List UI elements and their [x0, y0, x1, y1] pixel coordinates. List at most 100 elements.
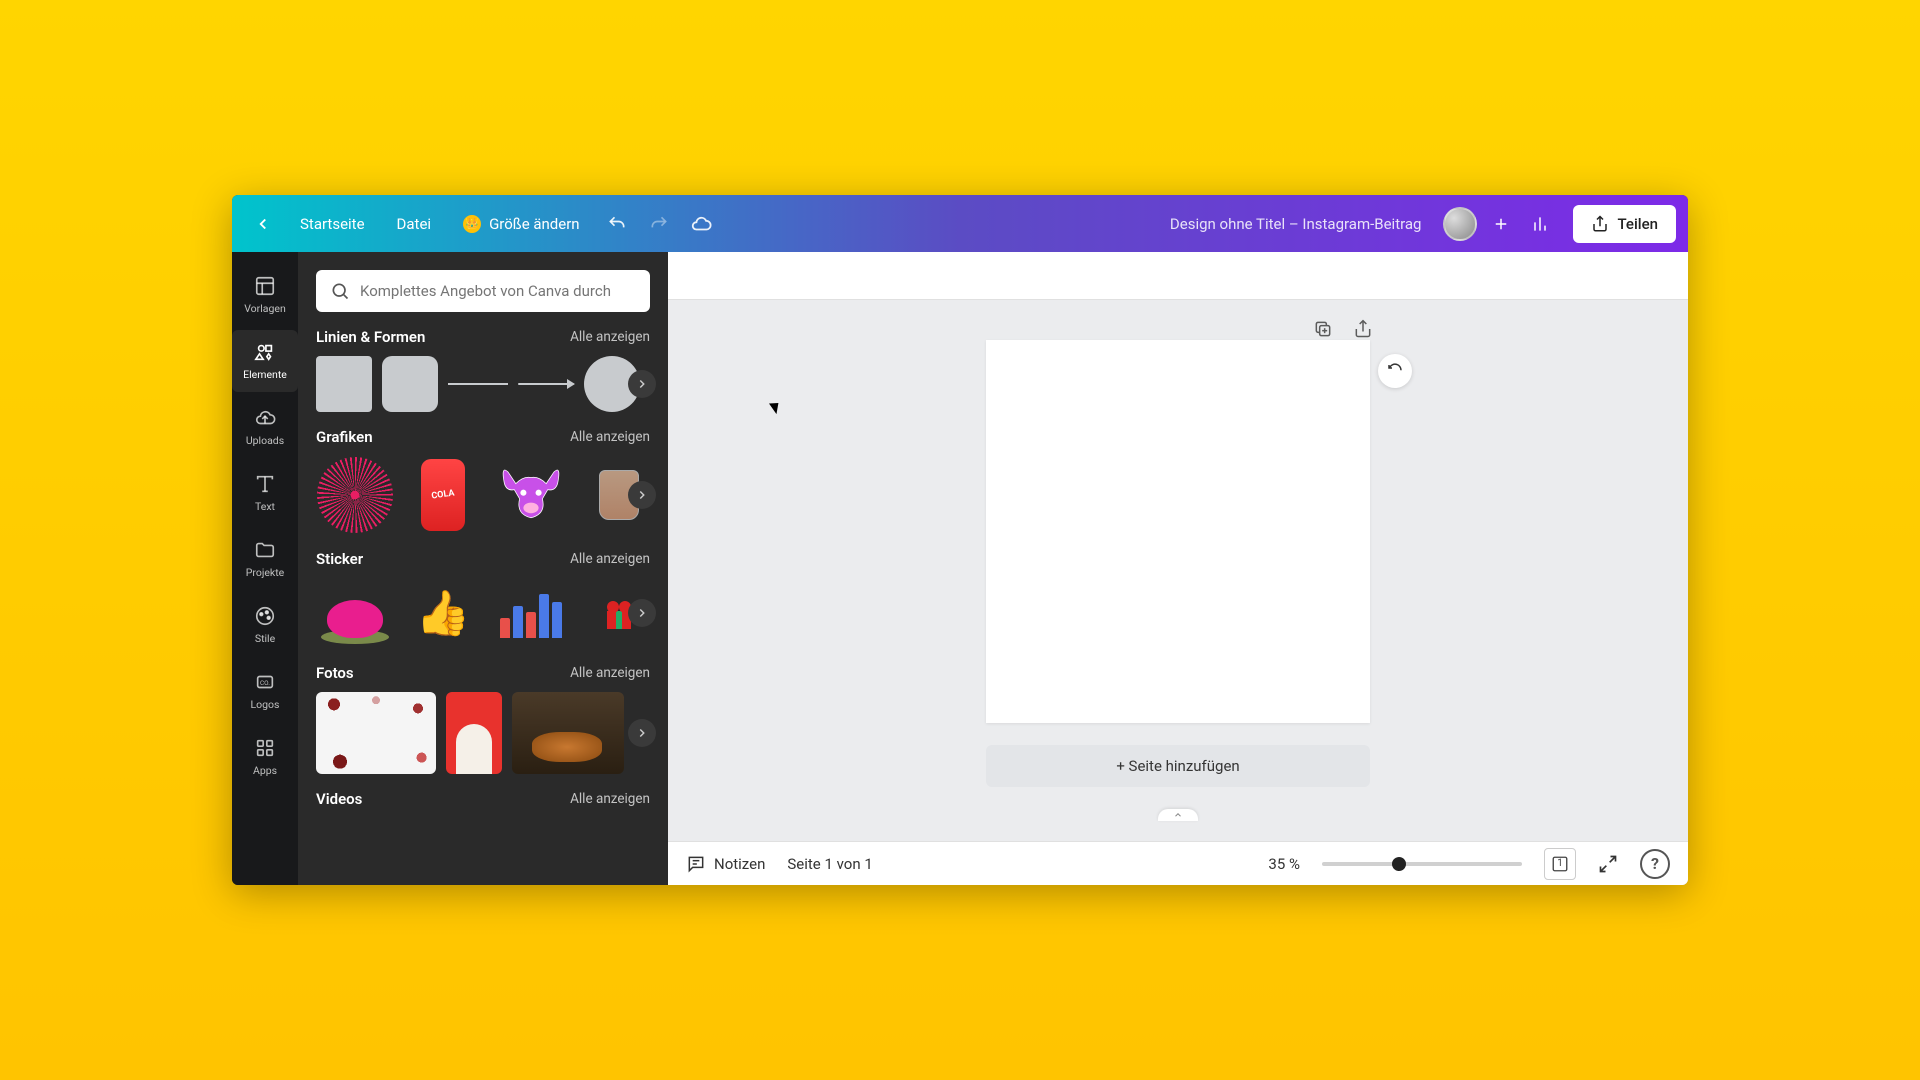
photo-item[interactable]: [446, 692, 502, 774]
section-lines: Linien & Formen Alle anzeigen: [316, 328, 650, 412]
logo-icon: CO.: [254, 671, 276, 693]
avatar[interactable]: [1443, 207, 1477, 241]
resize-button[interactable]: 👑 Größe ändern: [449, 205, 594, 243]
document-title[interactable]: Design ohne Titel – Instagram-Beitrag: [1152, 215, 1440, 233]
chevron-right-icon: [635, 606, 649, 620]
zoom-slider[interactable]: [1322, 862, 1522, 866]
graphics-row: [316, 456, 650, 534]
sticker-thumbs-up[interactable]: 👍: [404, 578, 482, 648]
thumbs-up-icon: 👍: [416, 587, 471, 639]
rail-label: Stile: [255, 632, 275, 645]
section-title: Fotos: [316, 664, 354, 682]
section-videos: Videos Alle anzeigen: [316, 790, 650, 808]
chevron-right-icon: [635, 726, 649, 740]
photo-item[interactable]: [316, 692, 436, 774]
sticker-chart[interactable]: [492, 578, 570, 648]
graphic-sunburst[interactable]: [316, 456, 394, 534]
rail-label: Text: [255, 500, 275, 513]
section-title: Grafiken: [316, 428, 373, 446]
rail-styles[interactable]: Stile: [232, 594, 298, 656]
search-box[interactable]: [316, 270, 650, 312]
scroll-right-button[interactable]: [628, 719, 656, 747]
notes-button[interactable]: Notizen: [686, 854, 765, 874]
graphic-bull[interactable]: [492, 456, 570, 534]
rail-logos[interactable]: CO. Logos: [232, 660, 298, 722]
apps-icon: [254, 737, 276, 759]
graphic-cola[interactable]: [404, 456, 482, 534]
zoom-thumb[interactable]: [1392, 857, 1406, 871]
share-icon: [1591, 215, 1609, 233]
home-button[interactable]: Startseite: [286, 205, 379, 243]
photos-row: [316, 692, 650, 774]
page-count-badge: 1: [1557, 858, 1563, 869]
grid-view-button[interactable]: 1: [1544, 848, 1576, 880]
text-icon: [254, 473, 276, 495]
shape-arrow[interactable]: [518, 383, 574, 385]
upload-icon: [254, 407, 276, 429]
search-icon: [330, 281, 350, 301]
scroll-right-button[interactable]: [628, 481, 656, 509]
chevron-up-icon: [1171, 810, 1185, 820]
canvas-area: + Seite hinzufügen Notizen Seite 1 von 1…: [668, 252, 1688, 885]
chevron-right-icon: [635, 377, 649, 391]
section-stickers: Sticker Alle anzeigen 👍: [316, 550, 650, 648]
shape-line[interactable]: [448, 383, 508, 385]
cloud-status[interactable]: [682, 205, 720, 243]
section-photos: Fotos Alle anzeigen: [316, 664, 650, 774]
zoom-label[interactable]: 35 %: [1268, 855, 1300, 873]
cloud-icon: [690, 213, 712, 235]
add-collaborator-button[interactable]: [1485, 208, 1517, 240]
rail-templates[interactable]: Vorlagen: [232, 264, 298, 326]
canvas-page[interactable]: [986, 340, 1370, 723]
scroll-right-button[interactable]: [628, 370, 656, 398]
rail-text[interactable]: Text: [232, 462, 298, 524]
undo-button[interactable]: [598, 205, 636, 243]
search-input[interactable]: [360, 282, 636, 300]
see-all-link[interactable]: Alle anzeigen: [570, 329, 650, 345]
fullscreen-button[interactable]: [1598, 854, 1618, 874]
analytics-button[interactable]: [1521, 205, 1559, 243]
share-label: Teilen: [1617, 215, 1658, 233]
rail-apps[interactable]: Apps: [232, 726, 298, 788]
canvas-toolbar: [668, 252, 1688, 300]
back-button[interactable]: [244, 207, 282, 241]
shape-rounded-square[interactable]: [382, 356, 438, 412]
chart-icon: [1530, 214, 1550, 234]
rail-label: Logos: [251, 698, 280, 711]
cursor-icon: [772, 400, 782, 414]
expand-handle[interactable]: [1158, 809, 1198, 821]
rail-uploads[interactable]: Uploads: [232, 396, 298, 458]
file-menu[interactable]: Datei: [383, 205, 446, 243]
help-button[interactable]: ?: [1640, 849, 1670, 879]
rail-projects[interactable]: Projekte: [232, 528, 298, 590]
see-all-link[interactable]: Alle anzeigen: [570, 429, 650, 445]
redo-button[interactable]: [640, 205, 678, 243]
refresh-icon: [1386, 362, 1404, 380]
share-button[interactable]: Teilen: [1573, 205, 1676, 243]
shape-square[interactable]: [316, 356, 372, 412]
fullscreen-icon: [1598, 854, 1618, 874]
palette-icon: [254, 605, 276, 627]
canvas-scroll[interactable]: + Seite hinzufügen: [668, 300, 1688, 841]
add-page-button[interactable]: + Seite hinzufügen: [986, 745, 1370, 787]
elements-icon: [254, 341, 276, 363]
see-all-link[interactable]: Alle anzeigen: [570, 791, 650, 807]
duplicate-icon: [1313, 319, 1333, 339]
photo-item[interactable]: [512, 692, 624, 774]
export-icon: [1353, 319, 1373, 339]
redo-icon: [649, 214, 669, 234]
rail-elements[interactable]: Elemente: [232, 330, 298, 392]
see-all-link[interactable]: Alle anzeigen: [570, 551, 650, 567]
rail-label: Projekte: [246, 566, 284, 579]
collapse-panel-button[interactable]: [666, 557, 668, 617]
see-all-link[interactable]: Alle anzeigen: [570, 665, 650, 681]
page-indicator[interactable]: Seite 1 von 1: [787, 855, 872, 873]
rail-label: Elemente: [243, 368, 287, 381]
plus-icon: [1492, 215, 1510, 233]
stickers-row: 👍: [316, 578, 650, 648]
svg-text:CO.: CO.: [260, 679, 270, 687]
refresh-button[interactable]: [1378, 354, 1412, 388]
scroll-right-button[interactable]: [628, 599, 656, 627]
rail-label: Uploads: [246, 434, 284, 447]
sticker-turkey[interactable]: [316, 578, 394, 648]
